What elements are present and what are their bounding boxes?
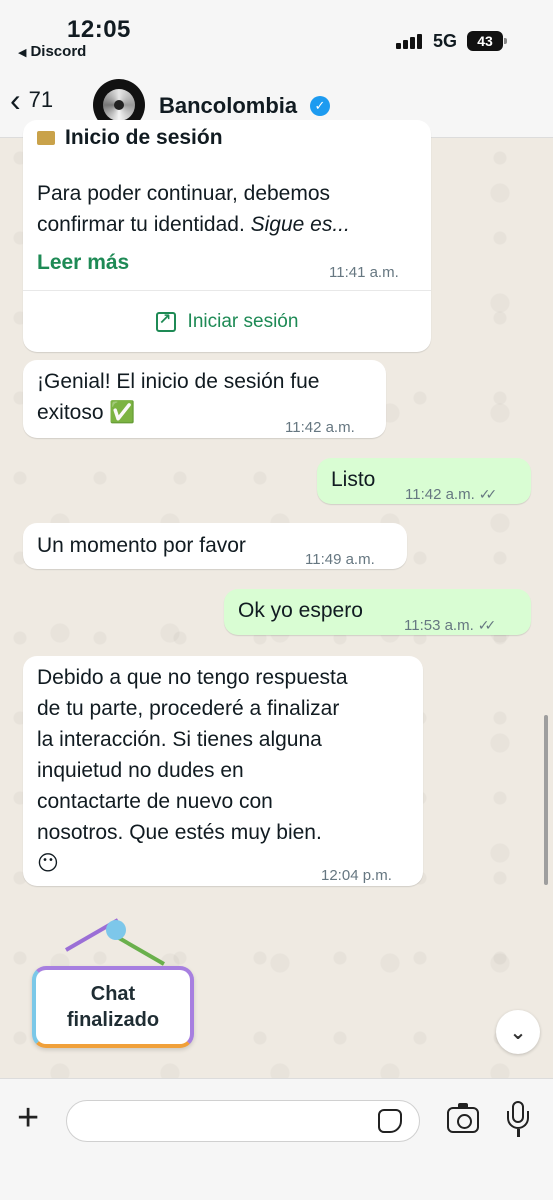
message-text: Un momento por favor xyxy=(37,534,246,557)
template-message-card: Inicio de sesión Para poder continuar, d… xyxy=(23,120,431,352)
read-receipt-icon: ✓✓ xyxy=(477,617,497,633)
contact-name[interactable]: Bancolombia xyxy=(159,93,297,119)
plus-icon[interactable]: + xyxy=(17,1099,39,1137)
message-time: 11:49 a.m. xyxy=(305,551,375,568)
status-bar: 12:05 ◀ Discord 5G 43 xyxy=(0,0,553,62)
external-link-icon xyxy=(155,310,176,332)
message-time: 11:41 a.m. xyxy=(329,264,399,281)
signal-icon xyxy=(396,33,424,49)
message-time: 11:42 a.m. ✓✓ xyxy=(405,486,498,503)
status-time: 12:05 xyxy=(67,16,131,43)
message-text: Listo xyxy=(331,468,376,491)
message-time: 11:42 a.m. xyxy=(285,419,355,436)
verified-check-icon: ✓ xyxy=(310,96,330,116)
scroll-to-bottom-button[interactable]: ⌄ xyxy=(496,1010,540,1054)
unread-count: 71 xyxy=(28,87,54,112)
chevron-down-icon: ⌄ xyxy=(509,1021,527,1044)
card-body: Para poder continuar, debemos confirmar … xyxy=(37,182,350,236)
back-to-app-link[interactable]: ◀ Discord xyxy=(18,43,86,60)
message-text: Ok yo espero xyxy=(238,599,363,622)
sticker-icon[interactable] xyxy=(378,1109,402,1133)
read-more-link[interactable]: Leer más xyxy=(37,251,129,275)
pin-icon xyxy=(106,920,126,940)
message-input[interactable] xyxy=(66,1100,420,1142)
chevron-left-icon: ‹ xyxy=(10,82,21,118)
message-text: Debido a que no tengo respuesta de tu pa… xyxy=(37,666,348,875)
lock-icon xyxy=(37,131,55,146)
login-button[interactable]: Iniciar sesión xyxy=(23,291,431,352)
read-receipt-icon: ✓✓ xyxy=(478,486,498,502)
message-text: ¡Genial! El inicio de sesión fue exitoso … xyxy=(37,370,320,424)
incoming-message: Un momento por favor 11:49 a.m. xyxy=(23,523,407,569)
back-button[interactable]: ‹ 71 xyxy=(10,84,53,116)
message-composer: + xyxy=(0,1078,553,1200)
back-app-label: Discord xyxy=(30,43,87,60)
login-button-label: Iniciar sesión xyxy=(187,310,299,332)
camera-icon[interactable] xyxy=(447,1103,479,1133)
network-type: 5G xyxy=(433,31,458,51)
incoming-message: ¡Genial! El inicio de sesión fue exitoso … xyxy=(23,360,386,438)
outgoing-message: Listo 11:42 a.m. ✓✓ xyxy=(317,458,531,504)
battery-icon: 43 xyxy=(467,31,507,51)
incoming-message: Debido a que no tengo respuesta de tu pa… xyxy=(23,656,423,886)
outgoing-message: Ok yo espero 11:53 a.m. ✓✓ xyxy=(224,589,531,635)
chat-ended-label: Chat finalizado xyxy=(32,966,194,1048)
scrollbar[interactable] xyxy=(544,715,548,885)
card-title: Inicio de sesión xyxy=(37,126,223,150)
microphone-icon[interactable] xyxy=(507,1101,529,1137)
chat-ended-sticker: Chat finalizado xyxy=(26,918,202,1055)
back-triangle-icon: ◀ xyxy=(18,47,27,59)
message-time: 11:53 a.m. ✓✓ xyxy=(404,617,497,634)
message-time: 12:04 p.m. xyxy=(321,867,392,884)
